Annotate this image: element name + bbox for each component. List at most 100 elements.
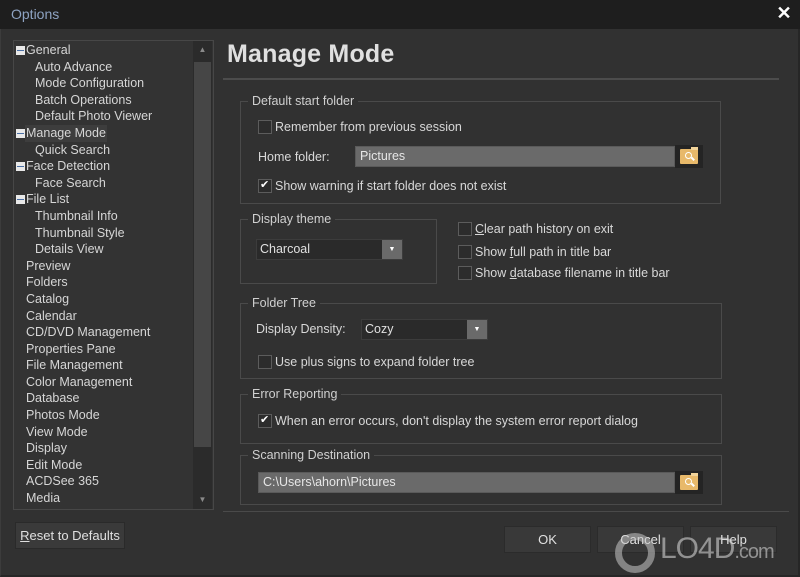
tree-item[interactable]: Face Search (14, 175, 193, 192)
tree-item-label: Auto Advance (35, 59, 113, 74)
scanning-destination-field[interactable]: C:\Users\ahorn\Pictures (258, 472, 675, 493)
tree-item[interactable]: General (14, 42, 193, 59)
checkbox-box[interactable] (458, 222, 472, 236)
show-full-path-checkbox[interactable]: Show full path in title bar (458, 245, 611, 259)
help-button[interactable]: Help (690, 526, 777, 553)
scroll-down-arrow-icon[interactable]: ▼ (193, 491, 212, 509)
tree-item-label: General (26, 43, 71, 57)
scroll-thumb[interactable] (194, 62, 211, 447)
scanning-destination-browse-button[interactable] (675, 471, 703, 494)
reset-label: eset to Defaults (29, 528, 120, 543)
tree-item[interactable]: Media (14, 490, 193, 507)
tree-item-label: Calendar (26, 308, 77, 323)
show-warning-checkbox[interactable]: Show warning if start folder does not ex… (258, 178, 506, 193)
tree-item[interactable]: File List (14, 191, 193, 208)
tree-item[interactable]: Catalog (14, 291, 193, 308)
tree-item[interactable]: Color Management (14, 374, 193, 391)
reset-to-defaults-button[interactable]: Reset to Defaults (15, 522, 125, 549)
collapse-minus-icon[interactable] (16, 162, 25, 172)
tree-item[interactable]: Folders (14, 274, 193, 291)
checkbox-label: Show full path in title bar (475, 245, 612, 259)
tree-item-label: Details View (35, 242, 104, 257)
tree-item-label: Batch Operations (35, 92, 132, 107)
tree-item-label: Default Photo Viewer (35, 109, 153, 124)
tree-item[interactable]: CD/DVD Management (14, 324, 193, 341)
remember-session-checkbox[interactable]: Remember from previous session (258, 120, 462, 134)
tree-item[interactable]: Thumbnail Info (14, 208, 193, 225)
checkbox-label: Show database filename in title bar (475, 266, 670, 280)
group-label: Display theme (248, 211, 336, 227)
dropdown-value: Charcoal (260, 242, 311, 256)
display-density-label: Display Density: (256, 322, 346, 336)
cancel-button[interactable]: Cancel (597, 526, 684, 553)
checkbox-label: When an error occurs, don't display the … (275, 414, 638, 428)
tree-list: General Auto Advance Mode Configuration Bat… (14, 41, 193, 509)
checkbox-box[interactable] (258, 178, 272, 193)
tree-item-label: Database (26, 391, 80, 406)
checkbox-label: Remember from previous session (275, 120, 462, 134)
tree-item-label: File List (26, 192, 70, 207)
tree-item[interactable]: Display (14, 440, 193, 457)
tree-item[interactable]: Details View (14, 241, 193, 258)
tree-item[interactable]: Default Photo Viewer (14, 108, 193, 125)
tree-item[interactable]: Auto Advance (14, 59, 193, 76)
plus-signs-checkbox[interactable]: Use plus signs to expand folder tree (258, 355, 474, 369)
tree-item-label: Catalog (26, 291, 70, 306)
checkbox-box[interactable] (258, 413, 272, 428)
group-label: Scanning Destination (248, 447, 375, 463)
tree-item[interactable]: Thumbnail Style (14, 225, 193, 242)
suppress-error-dialog-checkbox[interactable]: When an error occurs, don't display the … (258, 413, 638, 428)
chevron-down-icon: ▼ (467, 320, 487, 339)
tree-scrollbar[interactable]: ▲ ▼ (193, 41, 212, 509)
dropdown-value: Cozy (365, 322, 394, 336)
home-folder-browse-button[interactable] (675, 145, 703, 168)
tree-item-label: Quick Search (35, 142, 111, 157)
tree-item-label: Display (26, 441, 67, 456)
collapse-minus-icon[interactable] (16, 128, 25, 138)
tree-item[interactable]: Calendar (14, 308, 193, 325)
checkbox-box[interactable] (458, 266, 472, 280)
scroll-up-arrow-icon[interactable]: ▲ (193, 41, 212, 59)
show-db-filename-checkbox[interactable]: Show database filename in title bar (458, 266, 670, 280)
checkbox-label: Clear path history on exit (475, 222, 614, 236)
tree-item[interactable]: Mode Configuration (14, 75, 193, 92)
tree-item[interactable]: Database (14, 390, 193, 407)
tree-item[interactable]: Manage Mode (14, 124, 193, 142)
tree-item[interactable]: Preview (14, 258, 193, 275)
page-title: Manage Mode (227, 40, 395, 68)
tree-item[interactable]: ACDSee 365 (14, 473, 193, 490)
display-density-dropdown[interactable]: Cozy ▼ (361, 319, 488, 340)
tree-item-label: Media (26, 491, 61, 506)
tree-item[interactable]: Batch Operations (14, 92, 193, 109)
home-folder-field[interactable]: Pictures (355, 146, 675, 167)
close-icon[interactable]: ✕ (776, 4, 792, 22)
checkbox-box[interactable] (258, 120, 272, 134)
home-folder-label: Home folder: (258, 150, 330, 164)
tree-item-label: CD/DVD Management (26, 325, 151, 340)
tree-item[interactable]: Face Detection (14, 158, 193, 175)
ok-button[interactable]: OK (504, 526, 591, 553)
group-label: Error Reporting (248, 386, 342, 402)
tree-item-label: Properties Pane (26, 341, 116, 356)
tree-item[interactable]: View Mode (14, 424, 193, 441)
chevron-down-icon: ▼ (382, 240, 402, 259)
checkbox-box[interactable] (258, 355, 272, 369)
tree-item-label: ACDSee 365 (26, 474, 99, 489)
tree-item-label: Folders (26, 275, 68, 290)
tree-item[interactable]: Photos Mode (14, 407, 193, 424)
tree-item[interactable]: Properties Pane (14, 341, 193, 358)
display-theme-dropdown[interactable]: Charcoal ▼ (256, 239, 403, 260)
tree-item[interactable]: Quick Search (14, 142, 193, 159)
window-title: Options (11, 6, 60, 22)
collapse-minus-icon[interactable] (16, 195, 25, 205)
options-tree: General Auto Advance Mode Configuration Bat… (13, 40, 214, 510)
clear-path-history-checkbox[interactable]: Clear path history on exit (458, 222, 613, 236)
checkbox-label: Use plus signs to expand folder tree (275, 355, 475, 369)
tree-item[interactable]: File Management (14, 357, 193, 374)
tree-item-label: Color Management (26, 374, 133, 389)
tree-item[interactable]: Edit Mode (14, 457, 193, 474)
tree-item-label: Preview (26, 258, 71, 273)
checkbox-box[interactable] (458, 245, 472, 259)
tree-item-label: View Mode (26, 424, 88, 439)
collapse-minus-icon[interactable] (16, 46, 25, 55)
